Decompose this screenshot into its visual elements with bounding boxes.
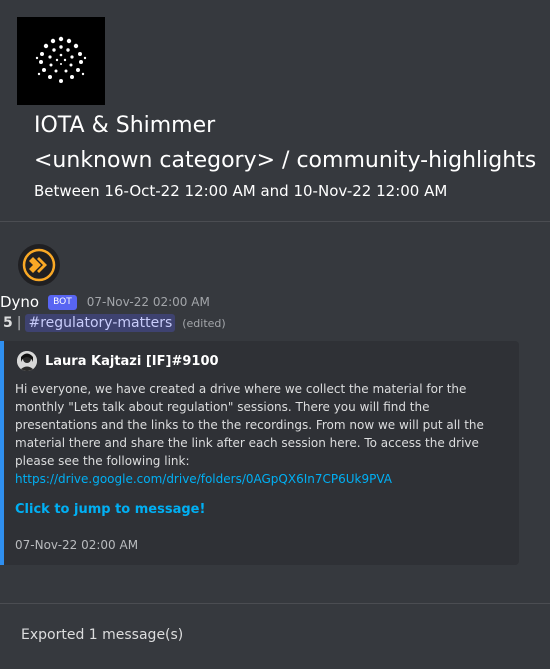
guild-name: IOTA & Shimmer [34, 113, 216, 138]
header-divider [0, 221, 550, 222]
quote-embed: Laura Kajtazi [IF]#9100 Hi everyone, we … [0, 341, 519, 565]
bot-badge: BOT [48, 294, 77, 310]
message-count: 5 [3, 315, 13, 331]
message-timestamp: 07-Nov-22 02:00 AM [86, 295, 210, 309]
edited-label: (edited) [182, 316, 226, 330]
quote-text: Hi everyone, we have created a drive whe… [15, 382, 484, 468]
jump-to-message-link[interactable]: Click to jump to message! [15, 502, 205, 517]
avatar[interactable] [18, 244, 60, 286]
guild-icon [17, 17, 105, 105]
dyno-logo-icon [22, 248, 56, 282]
user-avatar-icon [17, 351, 37, 371]
author-name[interactable]: Dyno [0, 293, 39, 311]
message-content: 5 | #regulatory-matters (edited) [3, 314, 226, 332]
quote-avatar[interactable] [17, 351, 37, 371]
footer-divider [0, 603, 550, 604]
separator: | [16, 315, 22, 331]
message-header: Dyno BOT 07-Nov-22 02:00 AM [0, 293, 210, 311]
drive-link[interactable]: https://drive.google.com/drive/folders/0… [15, 470, 515, 488]
channel-path: <unknown category> / community-highlight… [34, 148, 537, 173]
export-footer: Exported 1 message(s) [21, 627, 184, 643]
quote-timestamp: 07-Nov-22 02:00 AM [15, 538, 139, 552]
date-range: Between 16-Oct-22 12:00 AM and 10-Nov-22… [34, 182, 448, 200]
quote-author-name[interactable]: Laura Kajtazi [IF]#9100 [45, 354, 219, 369]
quote-body: Hi everyone, we have created a drive whe… [15, 380, 515, 488]
quote-author-row: Laura Kajtazi [IF]#9100 [17, 351, 219, 371]
channel-mention[interactable]: #regulatory-matters [25, 314, 176, 332]
iota-logo-icon [35, 36, 87, 83]
